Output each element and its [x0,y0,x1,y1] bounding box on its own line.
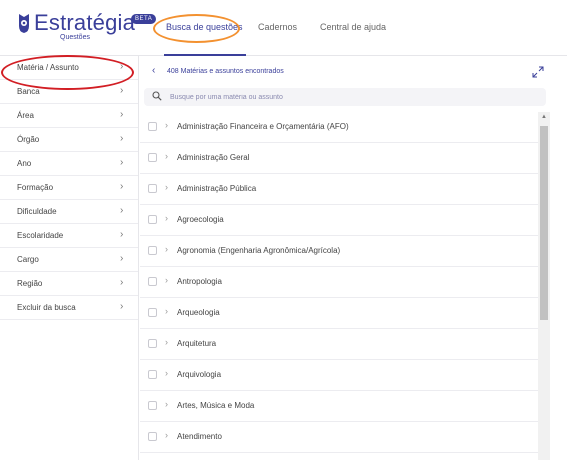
checkbox[interactable] [148,122,157,131]
subject-list: › Administração Financeira e Orçamentári… [140,112,538,460]
red-highlight-circle [1,55,134,90]
chevron-right-icon: › [120,277,124,288]
sidebar-item-label: Ano [17,159,32,168]
chevron-right-icon: › [120,229,124,240]
sidebar-item-orgao[interactable]: Órgão › [0,128,138,152]
chevron-right-icon: › [120,85,124,96]
sidebar-item-area[interactable]: Área › [0,104,138,128]
list-item-label: Administração Pública [177,184,257,193]
sidebar-item-label: Região [17,279,43,288]
main-panel: ‹ 408 Matérias e assuntos encontrados › … [140,56,567,460]
list-item[interactable]: › Administração Geral [140,143,538,174]
sidebar-item-dificuldade[interactable]: Dificuldade › [0,200,138,224]
chevron-right-icon[interactable]: › [165,368,168,378]
checkbox[interactable] [148,246,157,255]
checkbox[interactable] [148,153,157,162]
sidebar-item-regiao[interactable]: Região › [0,272,138,296]
chevron-right-icon[interactable]: › [165,306,168,316]
list-item[interactable]: › Arqueologia [140,298,538,329]
expand-icon[interactable] [532,66,544,78]
checkbox[interactable] [148,277,157,286]
results-count: 408 Matérias e assuntos encontrados [167,68,284,75]
sidebar-item-excluir-da-busca[interactable]: Excluir da busca › [0,296,138,320]
list-item-label: Arqueologia [177,308,220,317]
sidebar-item-escolaridade[interactable]: Escolaridade › [0,224,138,248]
search-icon [152,91,162,101]
list-item[interactable]: › Atendimento [140,422,538,453]
list-item-label: Administração Financeira e Orçamentária … [177,122,349,131]
list-item[interactable]: › Antropologia [140,267,538,298]
list-item-label: Arquitetura [177,339,217,348]
sidebar-item-label: Excluir da busca [17,303,76,312]
list-item-label: Administração Geral [177,153,250,162]
chevron-right-icon: › [120,205,124,216]
list-item-label: Agroecologia [177,215,224,224]
chevron-right-icon[interactable]: › [165,213,168,223]
top-bar: Estratégia Questões BETA Busca de questõ… [0,0,567,56]
chevron-right-icon: › [120,109,124,120]
chevron-right-icon: › [120,181,124,192]
chevron-right-icon[interactable]: › [165,275,168,285]
list-item-label: Agronomia (Engenharia Agronômica/Agrícol… [177,246,341,255]
sidebar-item-label: Área [17,111,34,120]
chevron-left-icon[interactable]: ‹ [152,65,155,76]
search-input[interactable] [170,90,530,104]
checkbox[interactable] [148,184,157,193]
checkbox[interactable] [148,308,157,317]
nav-central-de-ajuda[interactable]: Central de ajuda [320,22,386,32]
list-item-label: Arquivologia [177,370,222,379]
checkbox[interactable] [148,370,157,379]
sidebar-item-ano[interactable]: Ano › [0,152,138,176]
chevron-right-icon: › [120,253,124,264]
chevron-right-icon: › [120,133,124,144]
owl-logo-icon [19,14,29,33]
sidebar-item-label: Dificuldade [17,207,57,216]
checkbox[interactable] [148,339,157,348]
list-item-label: Antropologia [177,277,222,286]
chevron-right-icon[interactable]: › [165,399,168,409]
list-item[interactable]: › Administração Pública [140,174,538,205]
checkbox[interactable] [148,432,157,441]
scrollbar[interactable]: ▲ [538,112,550,460]
chevron-right-icon[interactable]: › [165,182,168,192]
nav-cadernos[interactable]: Cadernos [258,22,297,32]
filter-sidebar: Matéria / Assunto › Banca › Área › Órgão… [0,56,139,460]
checkbox[interactable] [148,401,157,410]
sidebar-item-cargo[interactable]: Cargo › [0,248,138,272]
list-item-label: Atendimento [177,432,222,441]
logo[interactable]: Estratégia Questões BETA [16,10,157,46]
checkbox[interactable] [148,215,157,224]
beta-badge: BETA [131,14,157,24]
chevron-right-icon[interactable]: › [165,244,168,254]
sidebar-item-label: Escolaridade [17,231,64,240]
scrollbar-thumb[interactable] [540,126,548,320]
logo-subtitle: Questões [60,34,90,41]
chevron-right-icon: › [120,301,124,312]
chevron-right-icon[interactable]: › [165,430,168,440]
chevron-right-icon[interactable]: › [165,151,168,161]
list-item[interactable]: › Agronomia (Engenharia Agronômica/Agríc… [140,236,538,267]
sidebar-item-label: Formação [17,183,54,192]
orange-highlight-circle [153,14,240,43]
list-item[interactable]: › Agroecologia [140,205,538,236]
list-item[interactable]: › Artes, Música e Moda [140,391,538,422]
list-item[interactable]: › Arquitetura [140,329,538,360]
chevron-right-icon[interactable]: › [165,120,168,130]
chevron-right-icon[interactable]: › [165,337,168,347]
sidebar-item-formacao[interactable]: Formação › [0,176,138,200]
scroll-up-arrow-icon[interactable]: ▲ [541,114,547,120]
sidebar-item-label: Cargo [17,255,39,264]
sidebar-item-label: Órgão [17,135,40,144]
search-box [144,88,546,106]
list-item[interactable]: › Arquivologia [140,360,538,391]
list-item[interactable]: › Administração Financeira e Orçamentári… [140,112,538,143]
result-header: ‹ 408 Matérias e assuntos encontrados [140,64,567,82]
chevron-right-icon: › [120,157,124,168]
sidebar-item-label: Banca [17,87,40,96]
list-item-label: Artes, Música e Moda [177,401,255,410]
logo-title: Estratégia [34,10,136,35]
